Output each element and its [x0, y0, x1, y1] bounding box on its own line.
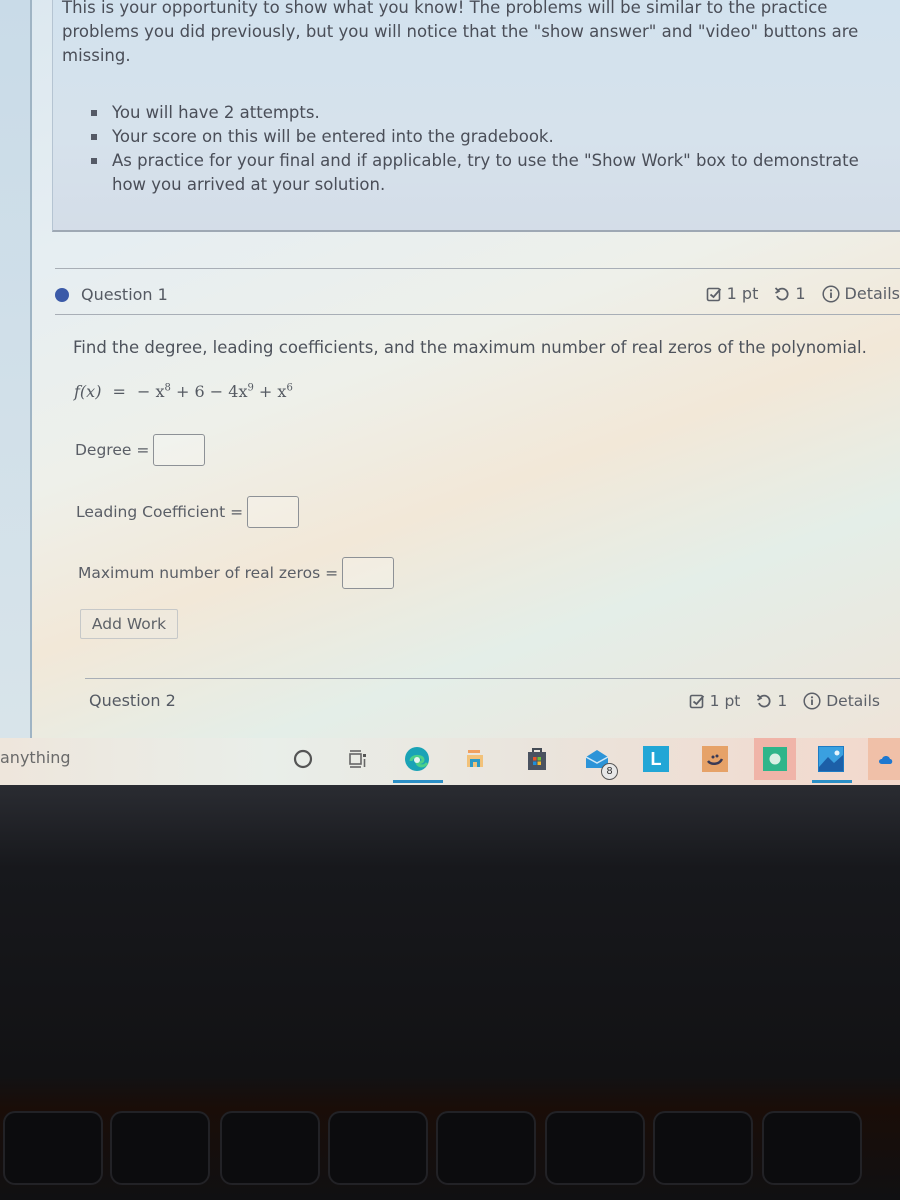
- max-real-zeros-row: Maximum number of real zeros =: [78, 557, 395, 589]
- formula-term: − x: [137, 382, 165, 401]
- intro-text: This is your opportunity to show what yo…: [62, 0, 859, 65]
- l-app-letter: L: [650, 748, 662, 769]
- formula-term: + 6 − 4x: [170, 382, 248, 401]
- keyboard-key: [330, 1113, 426, 1183]
- hand-app-icon[interactable]: [702, 746, 728, 772]
- edge-icon[interactable]: [404, 746, 430, 772]
- leading-coefficient-label: Leading Coefficient =: [76, 503, 244, 521]
- folder-icon[interactable]: [462, 746, 488, 772]
- checkbox-icon: [689, 693, 705, 709]
- keyboard-key: [222, 1113, 318, 1183]
- keyboard-key: [764, 1113, 860, 1183]
- edge-active-indicator: [393, 780, 443, 783]
- keyboard-key: [5, 1113, 101, 1183]
- circle-icon[interactable]: [290, 746, 316, 772]
- retry-icon: [756, 693, 772, 709]
- taskbar-search-text[interactable]: anything: [0, 748, 71, 767]
- details-link[interactable]: Details: [845, 284, 900, 303]
- keyboard-key: [655, 1113, 751, 1183]
- formula-lhs: f(x): [74, 382, 102, 401]
- bullet-show-work: As practice for your final and if applic…: [88, 149, 868, 197]
- intro-bullets: You will have 2 attempts. Your score on …: [88, 101, 868, 197]
- bullet-attempts: You will have 2 attempts.: [88, 101, 868, 125]
- keyboard-key: [438, 1113, 534, 1183]
- attempts-value: 1: [777, 692, 788, 710]
- bullet-gradebook: Your score on this will be entered into …: [88, 125, 868, 149]
- green-app-bg: [754, 738, 796, 780]
- question-1-meta: 1 pt 1 Details: [706, 284, 900, 303]
- question-2-title: Question 2: [89, 691, 176, 710]
- leading-coefficient-input[interactable]: [247, 496, 300, 528]
- max-real-zeros-input[interactable]: [342, 557, 395, 589]
- divider: [85, 678, 900, 679]
- attempts-value: 1: [795, 284, 806, 303]
- divider: [55, 314, 900, 315]
- question-prompt: Find the degree, leading coefficients, a…: [73, 338, 867, 357]
- details-link[interactable]: Details: [826, 692, 880, 710]
- green-app-icon[interactable]: [763, 747, 787, 771]
- formula-equals: =: [112, 382, 126, 401]
- info-icon[interactable]: [821, 284, 840, 303]
- mail-badge: 8: [601, 763, 618, 780]
- keyboard-key: [112, 1113, 208, 1183]
- degree-label: Degree =: [75, 441, 150, 459]
- left-rail: [0, 0, 32, 740]
- points-value: 1 pt: [726, 284, 759, 303]
- question-1-title: Question 1: [81, 285, 168, 304]
- polynomial-formula: f(x) = − x8 + 6 − 4x9 + x6: [74, 382, 293, 401]
- add-work-button[interactable]: Add Work: [80, 609, 178, 639]
- info-icon[interactable]: [803, 692, 821, 710]
- mail-icon[interactable]: 8: [584, 746, 618, 780]
- degree-row: Degree =: [75, 434, 206, 466]
- divider: [55, 268, 900, 269]
- task-view-icon[interactable]: [345, 746, 371, 772]
- formula-term: + x: [253, 382, 287, 401]
- store-icon[interactable]: [524, 746, 550, 772]
- question-2-header: Question 2 1 pt 1 Details: [89, 690, 880, 720]
- formula-exponent: 6: [286, 382, 293, 394]
- browser-viewport: This is your opportunity to show what yo…: [0, 0, 900, 785]
- question-1-header: Question 1 1 pt 1 Details: [55, 280, 900, 310]
- keyboard-key: [547, 1113, 643, 1183]
- retry-icon: [774, 286, 790, 302]
- checkbox-icon: [706, 286, 722, 302]
- photos-icon[interactable]: [818, 746, 844, 772]
- l-app-icon[interactable]: L: [643, 746, 669, 772]
- photos-active-indicator: [812, 780, 852, 783]
- cloud-icon[interactable]: [868, 738, 900, 780]
- leading-coefficient-row: Leading Coefficient =: [76, 496, 300, 528]
- degree-input[interactable]: [153, 434, 206, 466]
- max-real-zeros-label: Maximum number of real zeros =: [78, 564, 339, 582]
- question-2-meta: 1 pt 1 Details: [689, 692, 880, 710]
- question-status-dot: [55, 288, 69, 302]
- taskbar: anything 8 L: [0, 738, 900, 785]
- points-value: 1 pt: [709, 692, 741, 710]
